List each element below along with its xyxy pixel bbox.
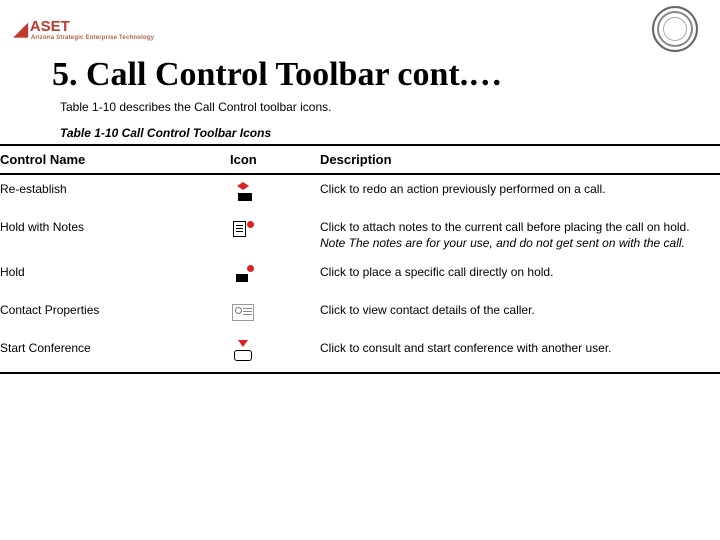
control-desc: Click to view contact details of the cal…	[320, 296, 720, 334]
brand-name: ASET	[30, 18, 70, 35]
control-name: Hold with Notes	[0, 213, 230, 257]
control-desc: Click to attach notes to the current cal…	[320, 213, 720, 257]
contact-properties-icon	[230, 302, 256, 324]
toolbar-icons-table: Control Name Icon Description Re-establi…	[0, 144, 720, 374]
state-seal-icon	[652, 6, 698, 52]
hold-with-notes-icon	[230, 219, 256, 241]
table-row: Contact Properties Click to view contact…	[0, 296, 720, 334]
header-bar: ◢ ASET Arizona Strategic Enterprise Tech…	[0, 0, 720, 54]
control-desc: Click to redo an action previously perfo…	[320, 174, 720, 213]
table-row: Re-establish Click to redo an action pre…	[0, 174, 720, 213]
desc-text: Click to attach notes to the current cal…	[320, 220, 690, 234]
control-name: Start Conference	[0, 334, 230, 373]
table-row: Hold Click to place a specific call dire…	[0, 258, 720, 296]
table-caption: Table 1-10 Call Control Toolbar Icons	[60, 126, 720, 140]
desc-note: Note The notes are for your use, and do …	[320, 236, 685, 250]
table-row: Hold with Notes Click to attach notes to…	[0, 213, 720, 257]
page-title: 5. Call Control Toolbar cont.…	[52, 56, 720, 94]
hold-icon	[230, 264, 256, 286]
control-desc: Click to consult and start conference wi…	[320, 334, 720, 373]
reestablish-icon	[230, 181, 256, 203]
brand-logo: ◢ ASET Arizona Strategic Enterprise Tech…	[14, 18, 154, 41]
control-name: Re-establish	[0, 174, 230, 213]
intro-text: Table 1-10 describes the Call Control to…	[60, 100, 720, 114]
control-name: Contact Properties	[0, 296, 230, 334]
col-control-name: Control Name	[0, 145, 230, 174]
col-icon: Icon	[230, 145, 320, 174]
control-name: Hold	[0, 258, 230, 296]
table-header-row: Control Name Icon Description	[0, 145, 720, 174]
control-desc: Click to place a specific call directly …	[320, 258, 720, 296]
table-row: Start Conference Click to consult and st…	[0, 334, 720, 373]
start-conference-icon	[230, 340, 256, 362]
col-description: Description	[320, 145, 720, 174]
brand-mark-icon: ◢	[14, 19, 28, 40]
brand-tagline: Arizona Strategic Enterprise Technology	[31, 35, 154, 41]
